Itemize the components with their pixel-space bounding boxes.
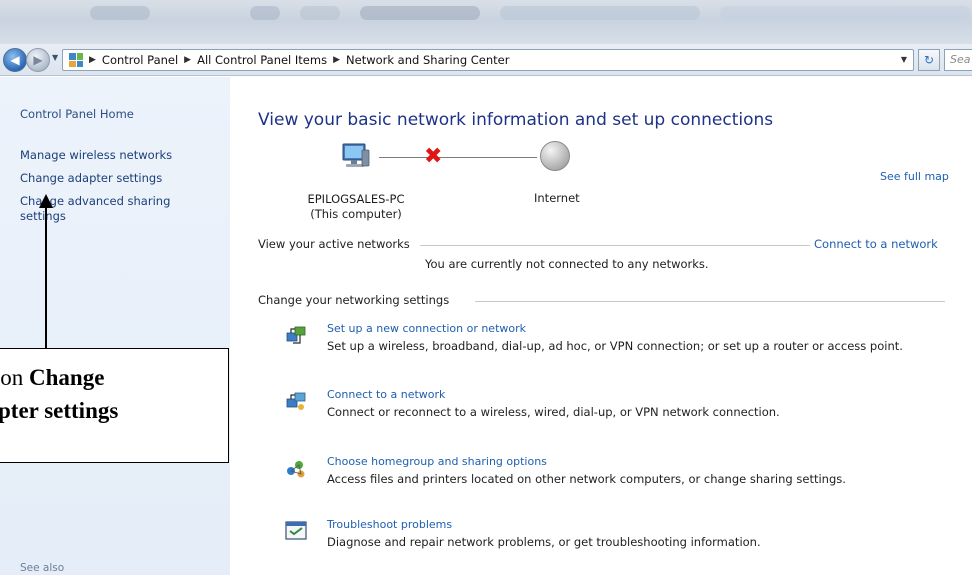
change-adapter-settings-link[interactable]: Change adapter settings (20, 171, 210, 186)
breadcrumb-all-items[interactable]: All Control Panel Items (197, 53, 327, 67)
recent-pages-dropdown-icon[interactable]: ▼ (52, 53, 58, 62)
networking-settings-divider (475, 301, 945, 302)
disconnected-x-icon[interactable]: ✖ (424, 146, 442, 168)
breadcrumb-network-sharing-center[interactable]: Network and Sharing Center (346, 53, 509, 67)
task-link[interactable]: Connect to a network (327, 388, 445, 401)
search-input[interactable]: Sea (944, 49, 972, 71)
connect-network-icon (286, 392, 306, 410)
computer-name: EPILOGSALES-PC (307, 192, 405, 206)
breadcrumb-separator-icon[interactable]: ▶ (184, 55, 191, 65)
networking-settings-heading: Change your networking settings (258, 293, 454, 307)
see-also-label: See also (20, 562, 65, 574)
task-description: Access files and printers located on oth… (327, 472, 846, 486)
refresh-icon: ↻ (923, 53, 935, 67)
forward-button[interactable]: ▶ (26, 48, 50, 72)
instruction-callout: k on Change pter settings (0, 348, 229, 463)
breadcrumb-separator-icon[interactable]: ▶ (333, 55, 340, 65)
control-panel-icon (69, 53, 83, 67)
callout-line-2: pter settings (0, 398, 119, 423)
computer-subtitle: (This computer) (310, 207, 402, 221)
address-bar[interactable]: ▶ Control Panel ▶ All Control Panel Item… (62, 49, 914, 71)
active-networks-heading: View your active networks (258, 237, 414, 251)
manage-wireless-networks-link[interactable]: Manage wireless networks (20, 148, 210, 163)
back-button[interactable]: ◀ (3, 48, 27, 72)
internet-globe-icon[interactable] (540, 141, 570, 171)
forward-arrow-icon: ▶ (33, 53, 43, 67)
see-full-map-link[interactable]: See full map (880, 170, 949, 183)
navigation-bar: ◀ ▶ ▼ ▶ Control Panel ▶ All Control Pane… (0, 44, 972, 76)
new-connection-icon (286, 326, 306, 344)
address-dropdown-icon[interactable]: ▼ (901, 55, 907, 64)
troubleshoot-icon (285, 521, 307, 540)
breadcrumb-separator-icon[interactable]: ▶ (89, 55, 96, 65)
active-networks-divider (420, 245, 810, 246)
not-connected-status: You are currently not connected to any n… (425, 257, 709, 271)
title-bar (0, 0, 972, 44)
connect-to-network-link[interactable]: Connect to a network (814, 237, 938, 251)
callout-line-1-prefix: k on (0, 365, 24, 390)
refresh-button[interactable]: ↻ (918, 49, 940, 71)
callout-line-1-bold: Change (29, 365, 105, 390)
task-description: Diagnose and repair network problems, or… (327, 535, 761, 549)
homegroup-icon (287, 461, 305, 478)
task-link[interactable]: Troubleshoot problems (327, 518, 452, 531)
breadcrumb-control-panel[interactable]: Control Panel (102, 53, 178, 67)
task-description: Connect or reconnect to a wireless, wire… (327, 405, 780, 419)
callout-line-1: k on Change (0, 361, 104, 394)
back-arrow-icon: ◀ (10, 53, 20, 67)
page-title: View your basic network information and … (258, 110, 774, 130)
task-link[interactable]: Choose homegroup and sharing options (327, 455, 547, 468)
callout-arrow-line (45, 205, 47, 348)
connection-line (379, 157, 537, 158)
task-description: Set up a wireless, broadband, dial-up, a… (327, 339, 903, 353)
task-link[interactable]: Set up a new connection or network (327, 322, 526, 335)
internet-label: Internet (534, 191, 580, 205)
computer-icon[interactable] (340, 140, 372, 172)
control-panel-home-link[interactable]: Control Panel Home (20, 107, 210, 122)
